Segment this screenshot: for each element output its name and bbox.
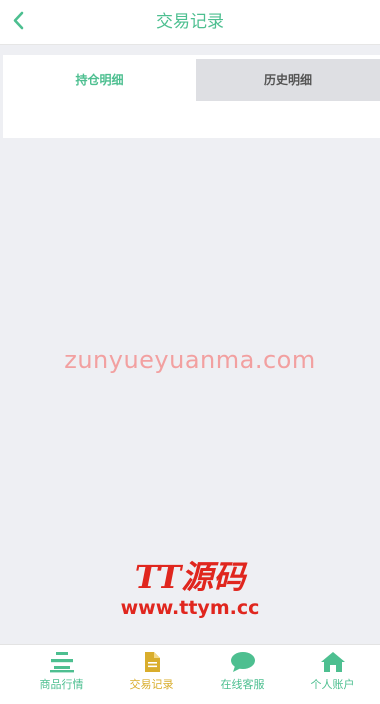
nav-label-market: 商品行情 [39, 678, 84, 691]
header-bar: 交易记录 [0, 0, 380, 45]
nav-item-account[interactable]: 个人账户 [285, 645, 380, 695]
nav-item-trade-records[interactable]: 交易记录 [104, 645, 199, 695]
tab-current-positions[interactable]: 持仓明细 [3, 59, 196, 101]
tab-history[interactable]: 历史明细 [196, 59, 380, 101]
market-list-icon [49, 652, 74, 673]
watermark-url: zunyueyuanma.com [64, 346, 316, 374]
nav-label-trade-records: 交易记录 [129, 678, 174, 691]
logo-url: www.ttym.cc [121, 597, 260, 619]
bottom-safe-area [0, 695, 380, 704]
tabs-panel: 持仓明细 历史明细 [3, 55, 380, 138]
logo-title: TT源码 [135, 558, 248, 596]
home-icon [320, 652, 345, 672]
nav-label-account: 个人账户 [310, 678, 355, 691]
app-screen: 交易记录 持仓明细 历史明细 zunyueyuanma.com TT源码 www… [0, 0, 380, 704]
page-title: 交易记录 [156, 12, 224, 32]
chat-bubble-icon [230, 652, 255, 672]
nav-label-online-service: 在线客服 [220, 678, 265, 691]
document-icon [144, 652, 160, 672]
nav-item-online-service[interactable]: 在线客服 [195, 645, 290, 695]
nav-item-market[interactable]: 商品行情 [14, 645, 109, 695]
watermark-logo: TT源码 www.ttym.cc [121, 558, 260, 619]
bottom-navigation: 商品行情 交易记录 在线客服 个人账户 [0, 644, 380, 695]
